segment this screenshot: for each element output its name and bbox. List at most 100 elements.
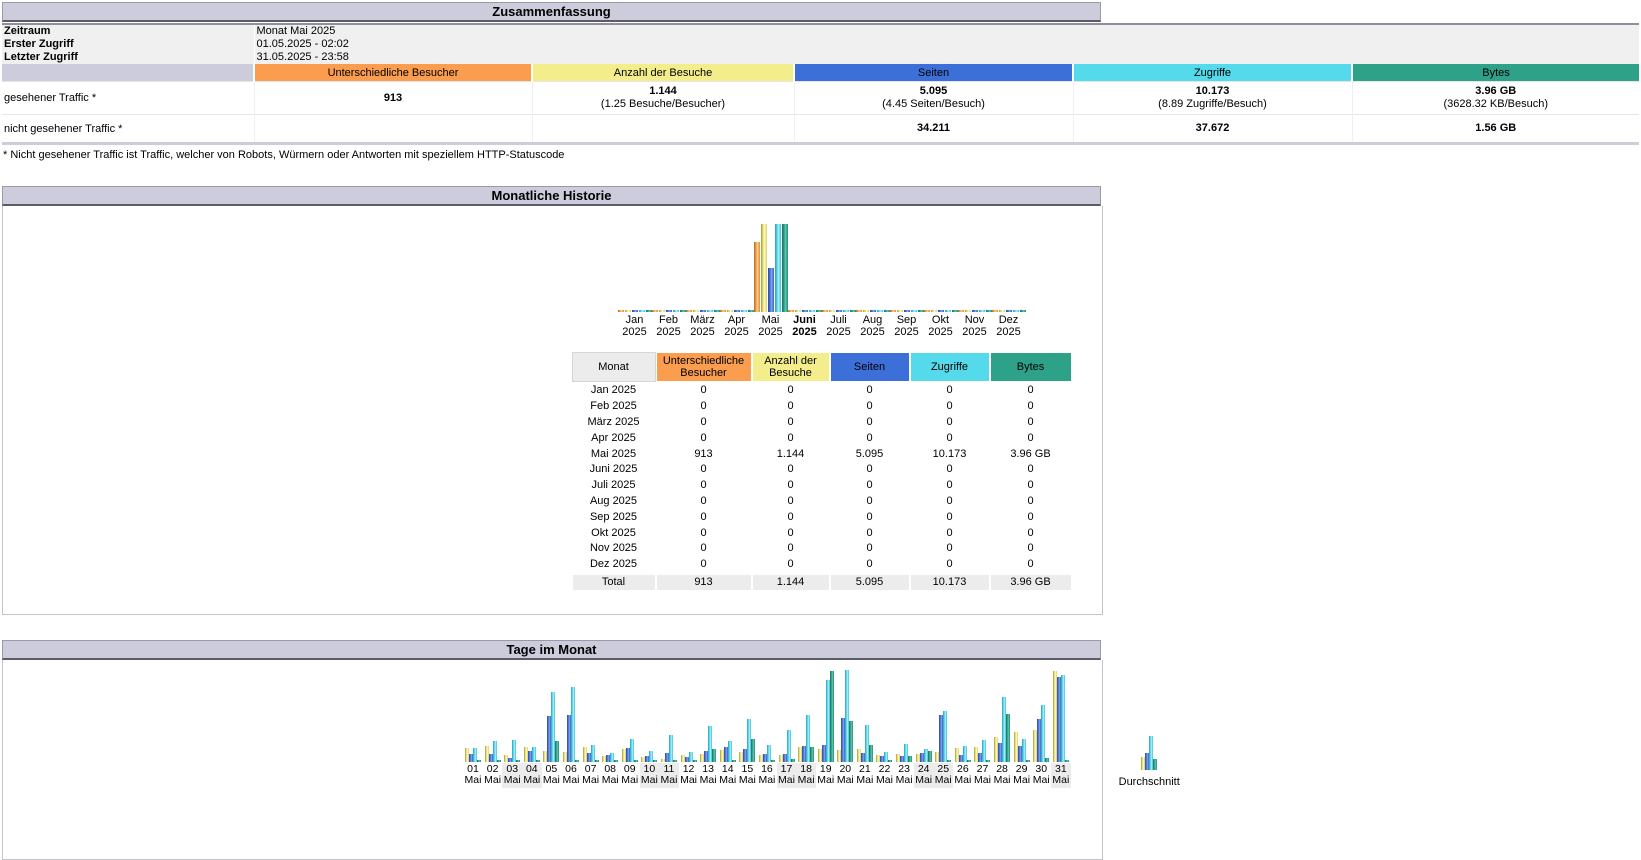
month-cell-label: Juni 2025: [572, 462, 656, 478]
month-group: Mai2025: [754, 222, 788, 338]
summary-row-viewed-traffic: gesehener Traffic * 913 1.144(1.25 Besuc…: [2, 82, 1639, 115]
day-group: 07Mai: [581, 661, 601, 788]
average-bars: [1141, 669, 1157, 770]
monthly-table-row: Okt 202500000: [572, 525, 1072, 541]
month-label: Apr2025: [724, 315, 748, 338]
month-bars: [686, 222, 720, 312]
bar-besucher: [720, 310, 726, 312]
month-cell-value: 0: [752, 478, 830, 494]
day-label: 15Mai: [738, 763, 758, 788]
monthly-table-row: März 202500000: [572, 415, 1072, 431]
column-header-unique-visitors: Unterschiedliche Besucher: [254, 64, 532, 82]
monthly-table-row: Mai 20259131.1445.09510.1733.96 GB: [572, 446, 1072, 462]
bar-besucher: [992, 310, 998, 312]
day-bars: [641, 661, 657, 762]
bar-zugriffe: [1041, 705, 1045, 762]
bar-bytes: [1026, 760, 1030, 762]
info-label: Erster Zugriff: [2, 38, 254, 51]
bar-zugriffe: [982, 740, 986, 762]
month-bars: [924, 222, 958, 312]
day-bars: [563, 661, 579, 762]
month-cell-value: 10.173: [910, 446, 990, 462]
day-bars: [504, 661, 520, 762]
day-bars: [485, 661, 501, 762]
day-group: 05Mai: [542, 661, 562, 788]
info-label: Zeitraum: [2, 24, 254, 38]
month-bars: [958, 222, 992, 312]
month-group: Okt2025: [924, 222, 958, 338]
day-bars: [1033, 661, 1049, 762]
day-bars: [583, 661, 599, 762]
month-group: Dez2025: [992, 222, 1026, 338]
day-bars: [1053, 661, 1069, 762]
not-viewed-bytes: 1.56 GB: [1352, 115, 1639, 144]
monthly-history-section: Monatliche Historie Jan2025Feb2025März20…: [2, 186, 1105, 615]
monthly-history-title: Monatliche Historie: [2, 186, 1101, 206]
total-value: 913: [656, 574, 752, 591]
month-cell-value: 0: [910, 494, 990, 510]
bar-seiten: [632, 310, 638, 312]
month-cell-value: 0: [990, 415, 1072, 431]
month-cell-label: März 2025: [572, 415, 656, 431]
bar-bytes: [810, 747, 814, 762]
month-cell-value: 0: [830, 494, 910, 510]
day-bars: [857, 661, 873, 762]
month-cell-label: Apr 2025: [572, 430, 656, 446]
month-label: Juni2025: [792, 315, 816, 338]
day-bars: [602, 661, 618, 762]
day-label: 13Mai: [698, 763, 718, 788]
month-cell-value: 0: [990, 557, 1072, 574]
bar-zugriffe: [1013, 310, 1019, 312]
month-group: März2025: [686, 222, 720, 338]
month-cell-value: 0: [990, 462, 1072, 478]
month-label: Mai2025: [758, 315, 782, 338]
day-group: 23Mai: [894, 661, 914, 788]
day-bars: [622, 661, 638, 762]
month-cell-value: 0: [910, 462, 990, 478]
day-group: 13Mai: [698, 661, 718, 788]
month-label: Feb2025: [656, 315, 680, 338]
bar-bytes: [1045, 758, 1049, 762]
day-group: 06Mai: [561, 661, 581, 788]
monthly-header-1: Unterschiedliche Besucher: [656, 352, 752, 382]
day-label: 17Mai: [777, 763, 797, 788]
day-label: 05Mai: [542, 763, 562, 788]
bar-bytes: [849, 721, 853, 762]
day-label: 23Mai: [894, 763, 914, 788]
day-bars: [524, 661, 540, 762]
month-cell-value: 0: [752, 509, 830, 525]
bar-zugriffe: [1022, 739, 1026, 762]
month-cell-value: 3.96 GB: [990, 446, 1072, 462]
month-cell-value: 0: [830, 557, 910, 574]
days-of-month-section: Tage im Monat 01Mai02Mai03Mai04Mai05Mai0…: [2, 640, 1105, 860]
month-cell-value: 0: [910, 478, 990, 494]
month-cell-value: 0: [656, 462, 752, 478]
monthly-table-row: Aug 202500000: [572, 494, 1072, 510]
row-label: gesehener Traffic *: [2, 82, 254, 115]
day-bars: [935, 661, 951, 762]
month-cell-value: 0: [910, 557, 990, 574]
month-cell-label: Feb 2025: [572, 399, 656, 415]
day-group: 12Mai: [679, 661, 699, 788]
bar-bytes: [771, 760, 775, 762]
day-group: 03Mai: [502, 661, 522, 788]
bar-bytes: [791, 759, 795, 762]
day-group: 19Mai: [816, 661, 836, 788]
bar-bytes: [751, 739, 755, 762]
month-cell-value: 0: [752, 494, 830, 510]
info-value: Monat Mai 2025: [254, 24, 1639, 38]
bar-bytes: [575, 760, 579, 762]
bar-bytes: [536, 760, 540, 762]
day-bars: [876, 661, 892, 762]
day-bars: [955, 661, 971, 762]
day-bars: [739, 661, 755, 762]
month-cell-value: 1.144: [752, 446, 830, 462]
month-group: Feb2025: [652, 222, 686, 338]
month-cell-value: 0: [990, 525, 1072, 541]
day-bars: [543, 661, 559, 762]
total-value: 10.173: [910, 574, 990, 591]
monthly-header-4: Zugriffe: [910, 352, 990, 382]
month-bars: [754, 222, 788, 312]
month-cell-value: 0: [656, 494, 752, 510]
bar-seiten: [802, 310, 808, 312]
